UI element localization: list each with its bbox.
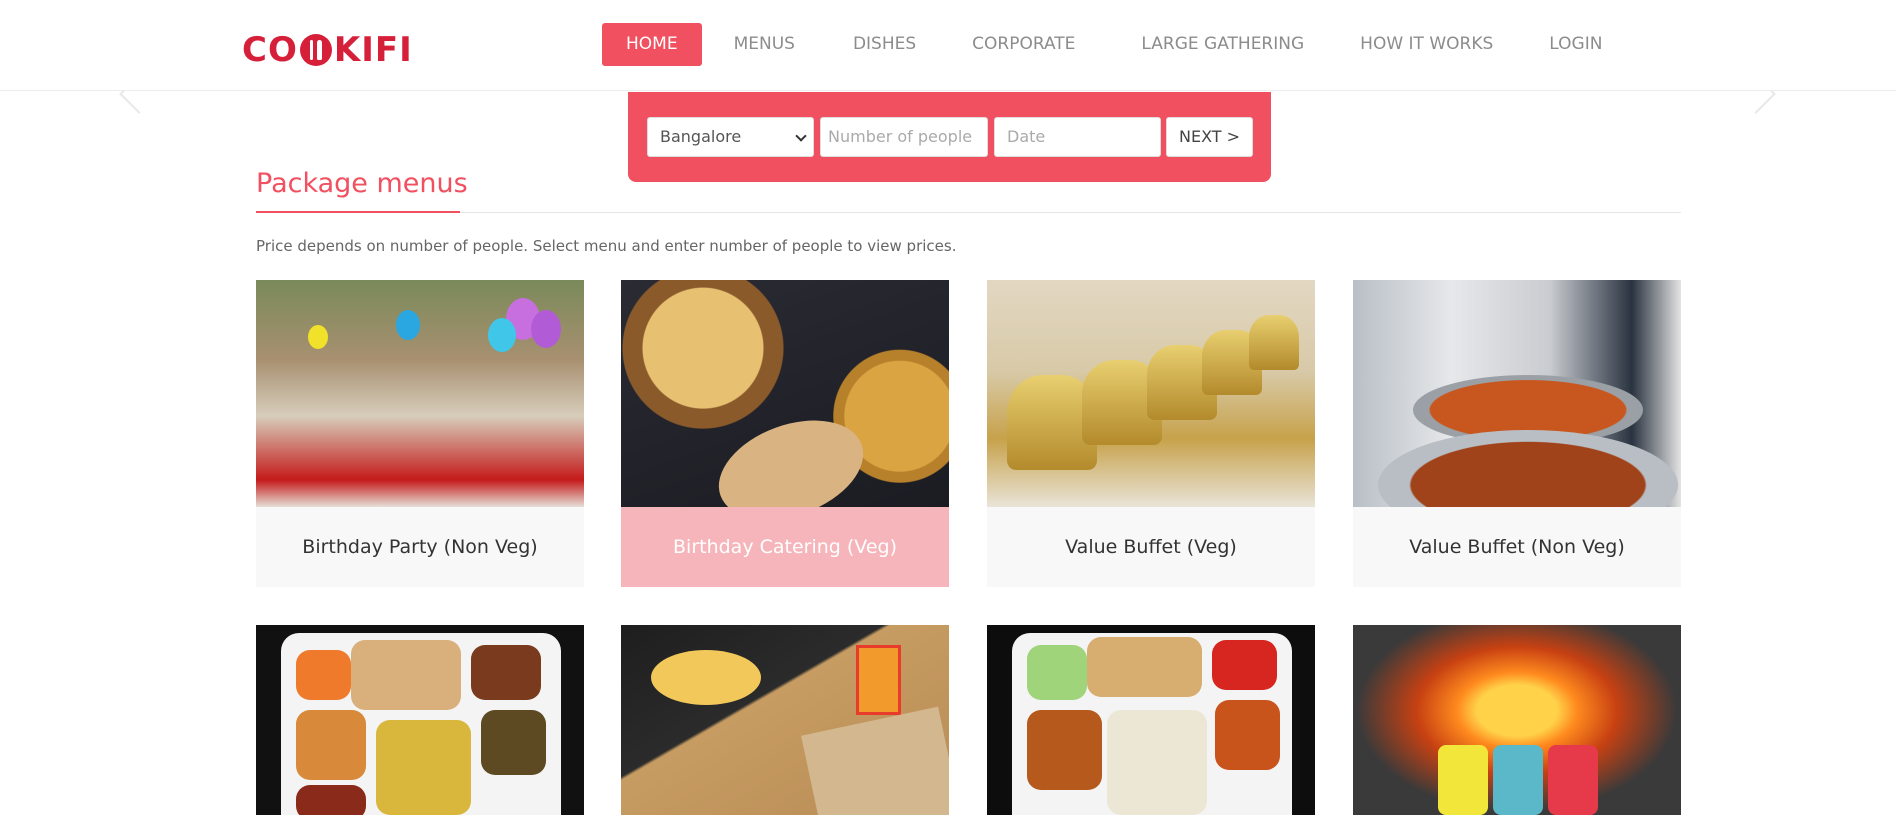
tray-compartment	[1027, 645, 1087, 700]
site-header: CO KIFI HOME MENUS DISHES CORPORATE LARG…	[0, 0, 1896, 91]
menu-card-flaming-drinks[interactable]	[1353, 625, 1681, 815]
number-of-people-input[interactable]: Number of people	[820, 117, 988, 157]
city-select-value: Bangalore	[660, 127, 742, 146]
jar-shape	[1438, 745, 1488, 815]
gulab-jamun-pan-shape	[1378, 430, 1678, 507]
tray-compartment	[296, 650, 351, 700]
chafing-dish-shape	[1249, 315, 1299, 370]
nav-menus[interactable]: MENUS	[710, 23, 819, 66]
main-nav: HOME MENUS DISHES CORPORATE LARGE GATHER…	[602, 23, 1626, 66]
tray-compartment	[481, 710, 546, 775]
thali-tray-photo	[256, 625, 584, 815]
menu-card-birthday-party-non-veg[interactable]: Birthday Party (Non Veg)	[256, 280, 584, 587]
juice-box-shape	[856, 645, 901, 715]
cardboard-box-shape	[801, 706, 949, 815]
nav-how-it-works[interactable]: HOW IT WORKS	[1336, 23, 1517, 66]
tray-compartment	[351, 640, 461, 710]
pizza-pasta-photo	[621, 280, 949, 507]
balloon-shape	[308, 325, 328, 349]
menu-card-label: Value Buffet (Non Veg)	[1353, 507, 1681, 587]
fries-shape	[651, 650, 761, 705]
menu-card-snack-box[interactable]	[621, 625, 949, 815]
menu-card-birthday-catering-veg[interactable]: Birthday Catering (Veg)	[621, 280, 949, 587]
logo-text-left: CO	[242, 30, 298, 70]
tray-compartment	[1212, 640, 1277, 690]
nav-home[interactable]: HOME	[602, 23, 702, 66]
balloon-shape	[396, 310, 420, 340]
tray-compartment	[1027, 710, 1102, 790]
tray-compartment	[1215, 700, 1280, 770]
nav-large-gathering[interactable]: LARGE GATHERING	[1117, 23, 1328, 66]
jar-shape	[1493, 745, 1543, 815]
flaming-drinks-photo	[1353, 625, 1681, 815]
thali-tray-rice-photo	[987, 625, 1315, 815]
curry-buffet-photo	[1353, 280, 1681, 507]
menu-card-label: Birthday Catering (Veg)	[621, 507, 949, 587]
jar-shape	[1548, 745, 1598, 815]
menu-card-thali-rice[interactable]	[987, 625, 1315, 815]
search-panel: Bangalore Number of people Date NEXT >	[628, 92, 1271, 182]
chevron-down-icon	[795, 130, 807, 142]
section-title-underline	[256, 211, 460, 213]
tray-compartment	[296, 785, 366, 815]
nav-login[interactable]: LOGIN	[1525, 23, 1626, 66]
menu-card-label: Value Buffet (Veg)	[987, 507, 1315, 587]
menu-card-thali[interactable]	[256, 625, 584, 815]
balloon-shape	[488, 318, 516, 352]
tray-compartment	[471, 645, 541, 700]
cookifi-logo[interactable]: CO KIFI	[242, 30, 413, 70]
date-input[interactable]: Date	[994, 117, 1161, 157]
nav-corporate[interactable]: CORPORATE	[948, 23, 1099, 66]
logo-text-right: KIFI	[333, 30, 413, 70]
city-select[interactable]: Bangalore	[647, 117, 814, 157]
nav-dishes[interactable]: DISHES	[829, 23, 940, 66]
catering-buffet-balloons-photo	[256, 280, 584, 507]
tray-compartment	[376, 720, 471, 815]
menu-card-label: Birthday Party (Non Veg)	[256, 507, 584, 587]
golden-chafing-dishes-photo	[987, 280, 1315, 507]
tray-compartment	[1107, 710, 1207, 815]
section-divider	[256, 212, 1681, 213]
bread-shape	[705, 402, 877, 507]
fork-knife-icon	[299, 34, 332, 66]
balloon-shape	[531, 310, 561, 348]
tray-compartment	[1087, 637, 1202, 697]
snack-box-photo	[621, 625, 949, 815]
menu-card-value-buffet-non-veg[interactable]: Value Buffet (Non Veg)	[1353, 280, 1681, 587]
tray-compartment	[296, 710, 366, 780]
menu-card-value-buffet-veg[interactable]: Value Buffet (Veg)	[987, 280, 1315, 587]
section-description: Price depends on number of people. Selec…	[256, 237, 957, 255]
next-button[interactable]: NEXT >	[1166, 117, 1253, 157]
section-title: Package menus	[256, 168, 468, 199]
